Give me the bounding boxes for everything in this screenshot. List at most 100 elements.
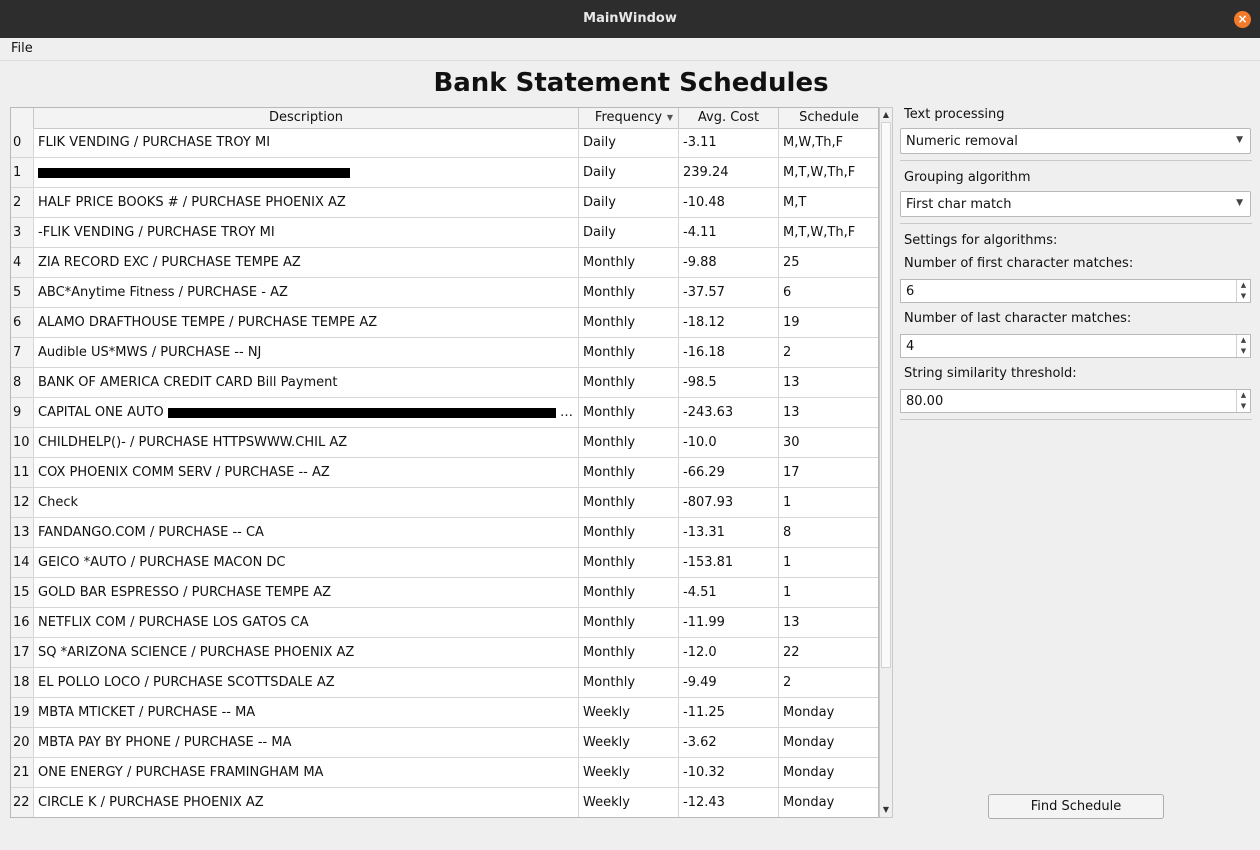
cell-schedule[interactable]: 1 xyxy=(779,548,878,577)
cell-avg-cost[interactable]: -3.62 xyxy=(679,728,779,757)
table-row[interactable]: 2 HALF PRICE BOOKS # / PURCHASE PHOENIX A… xyxy=(11,188,878,218)
cell-frequency[interactable]: Monthly xyxy=(579,428,679,457)
column-header-frequency[interactable]: Frequency ▼ xyxy=(579,108,679,128)
row-index[interactable]: 14 xyxy=(11,548,34,577)
cell-schedule[interactable]: M,T,W,Th,F xyxy=(779,158,878,187)
cell-description[interactable]: GOLD BAR ESPRESSO / PURCHASE TEMPE AZ xyxy=(34,578,579,607)
cell-schedule[interactable]: M,T,W,Th,F xyxy=(779,218,878,247)
cell-description[interactable]: MBTA PAY BY PHONE / PURCHASE -- MA xyxy=(34,728,579,757)
decrement-icon[interactable]: ▼ xyxy=(1237,346,1250,357)
cell-avg-cost[interactable]: -10.32 xyxy=(679,758,779,787)
row-index[interactable]: 13 xyxy=(11,518,34,547)
cell-frequency[interactable]: Monthly xyxy=(579,608,679,637)
cell-description[interactable]: FLIK VENDING / PURCHASE TROY MI xyxy=(34,128,579,157)
cell-frequency[interactable]: Weekly xyxy=(579,728,679,757)
row-index[interactable]: 12 xyxy=(11,488,34,517)
cell-schedule[interactable]: Monday xyxy=(779,698,878,727)
scroll-up-icon[interactable]: ▲ xyxy=(880,109,892,121)
cell-frequency[interactable]: Monthly xyxy=(579,458,679,487)
cell-schedule[interactable]: 17 xyxy=(779,458,878,487)
table-row[interactable]: 18 EL POLLO LOCO / PURCHASE SCOTTSDALE A… xyxy=(11,668,878,698)
cell-description[interactable]: COX PHOENIX COMM SERV / PURCHASE -- AZ xyxy=(34,458,579,487)
cell-avg-cost[interactable]: -11.99 xyxy=(679,608,779,637)
row-index[interactable]: 3 xyxy=(11,218,34,247)
cell-avg-cost[interactable]: -153.81 xyxy=(679,548,779,577)
cell-avg-cost[interactable]: -18.12 xyxy=(679,308,779,337)
cell-avg-cost[interactable]: -4.11 xyxy=(679,218,779,247)
scrollbar-thumb[interactable] xyxy=(881,122,891,668)
cell-description[interactable]: Check xyxy=(34,488,579,517)
row-index[interactable]: 18 xyxy=(11,668,34,697)
schedule-table[interactable]: Description Frequency ▼ Avg. Cost Schedul… xyxy=(10,107,879,818)
cell-description[interactable]: CAPITAL ONE AUTO … xyxy=(34,398,579,427)
cell-description[interactable]: HALF PRICE BOOKS # / PURCHASE PHOENIX AZ xyxy=(34,188,579,217)
cell-frequency[interactable]: Daily xyxy=(579,128,679,157)
cell-schedule[interactable]: 25 xyxy=(779,248,878,277)
cell-description[interactable]: Audible US*MWS / PURCHASE -- NJ xyxy=(34,338,579,367)
table-row[interactable]: 10 CHILDHELP()- / PURCHASE HTTPSWWW.CHIL … xyxy=(11,428,878,458)
cell-avg-cost[interactable]: -4.51 xyxy=(679,578,779,607)
first-char-spinbox[interactable]: 6 ▲ ▼ xyxy=(900,279,1251,303)
row-index[interactable]: 6 xyxy=(11,308,34,337)
cell-description[interactable]: -FLIK VENDING / PURCHASE TROY MI xyxy=(34,218,579,247)
cell-frequency[interactable]: Monthly xyxy=(579,578,679,607)
cell-description[interactable] xyxy=(34,158,579,187)
cell-avg-cost[interactable]: -98.5 xyxy=(679,368,779,397)
cell-description[interactable]: MBTA MTICKET / PURCHASE -- MA xyxy=(34,698,579,727)
cell-schedule[interactable]: 2 xyxy=(779,668,878,697)
table-row[interactable]: 17 SQ *ARIZONA SCIENCE / PURCHASE PHOENIX… xyxy=(11,638,878,668)
cell-frequency[interactable]: Monthly xyxy=(579,518,679,547)
cell-frequency[interactable]: Monthly xyxy=(579,278,679,307)
row-index[interactable]: 8 xyxy=(11,368,34,397)
cell-avg-cost[interactable]: -13.31 xyxy=(679,518,779,547)
cell-frequency[interactable]: Monthly xyxy=(579,248,679,277)
cell-description[interactable]: SQ *ARIZONA SCIENCE / PURCHASE PHOENIX A… xyxy=(34,638,579,667)
row-index[interactable]: 10 xyxy=(11,428,34,457)
table-row[interactable]: 22 CIRCLE K / PURCHASE PHOENIX AZ Weekly -1… xyxy=(11,788,878,817)
cell-frequency[interactable]: Daily xyxy=(579,218,679,247)
close-icon[interactable]: × xyxy=(1234,11,1251,28)
cell-description[interactable]: NETFLIX COM / PURCHASE LOS GATOS CA xyxy=(34,608,579,637)
cell-frequency[interactable]: Monthly xyxy=(579,308,679,337)
cell-frequency[interactable]: Weekly xyxy=(579,698,679,727)
cell-schedule[interactable]: 13 xyxy=(779,368,878,397)
cell-description[interactable]: ABC*Anytime Fitness / PURCHASE - AZ xyxy=(34,278,579,307)
cell-description[interactable]: CIRCLE K / PURCHASE PHOENIX AZ xyxy=(34,788,579,817)
table-row[interactable]: 13 FANDANGO.COM / PURCHASE -- CA Monthly -1… xyxy=(11,518,878,548)
cell-avg-cost[interactable]: 239.24 xyxy=(679,158,779,187)
column-header-schedule[interactable]: Schedule xyxy=(779,108,878,128)
cell-description[interactable]: EL POLLO LOCO / PURCHASE SCOTTSDALE AZ xyxy=(34,668,579,697)
decrement-icon[interactable]: ▼ xyxy=(1237,291,1250,302)
table-row[interactable]: 9 CAPITAL ONE AUTO … Monthly -243.63 13 xyxy=(11,398,878,428)
column-header-avg-cost[interactable]: Avg. Cost xyxy=(679,108,779,128)
cell-frequency[interactable]: Monthly xyxy=(579,398,679,427)
cell-frequency[interactable]: Daily xyxy=(579,188,679,217)
table-row[interactable]: 3 -FLIK VENDING / PURCHASE TROY MI Daily -4… xyxy=(11,218,878,248)
cell-avg-cost[interactable]: -16.18 xyxy=(679,338,779,367)
cell-description[interactable]: FANDANGO.COM / PURCHASE -- CA xyxy=(34,518,579,547)
cell-description[interactable]: GEICO *AUTO / PURCHASE MACON DC xyxy=(34,548,579,577)
cell-frequency[interactable]: Daily xyxy=(579,158,679,187)
table-row[interactable]: 21 ONE ENERGY / PURCHASE FRAMINGHAM MA Wee… xyxy=(11,758,878,788)
row-index[interactable]: 2 xyxy=(11,188,34,217)
corner-cell[interactable] xyxy=(11,108,34,128)
row-index[interactable]: 11 xyxy=(11,458,34,487)
table-row[interactable]: 19 MBTA MTICKET / PURCHASE -- MA Weekly -11… xyxy=(11,698,878,728)
cell-frequency[interactable]: Weekly xyxy=(579,788,679,817)
table-row[interactable]: 15 GOLD BAR ESPRESSO / PURCHASE TEMPE AZ M… xyxy=(11,578,878,608)
scroll-down-icon[interactable]: ▼ xyxy=(880,804,892,816)
table-scrollbar[interactable]: ▲ ▼ xyxy=(879,107,893,818)
cell-schedule[interactable]: 6 xyxy=(779,278,878,307)
table-row[interactable]: 8 BANK OF AMERICA CREDIT CARD Bill Paymen… xyxy=(11,368,878,398)
row-index[interactable]: 22 xyxy=(11,788,34,817)
row-index[interactable]: 19 xyxy=(11,698,34,727)
cell-description[interactable]: ZIA RECORD EXC / PURCHASE TEMPE AZ xyxy=(34,248,579,277)
row-index[interactable]: 1 xyxy=(11,158,34,187)
cell-schedule[interactable]: Monday xyxy=(779,788,878,817)
decrement-icon[interactable]: ▼ xyxy=(1237,401,1250,412)
cell-schedule[interactable]: 1 xyxy=(779,578,878,607)
cell-description[interactable]: ONE ENERGY / PURCHASE FRAMINGHAM MA xyxy=(34,758,579,787)
cell-avg-cost[interactable]: -10.0 xyxy=(679,428,779,457)
cell-avg-cost[interactable]: -807.93 xyxy=(679,488,779,517)
row-index[interactable]: 16 xyxy=(11,608,34,637)
